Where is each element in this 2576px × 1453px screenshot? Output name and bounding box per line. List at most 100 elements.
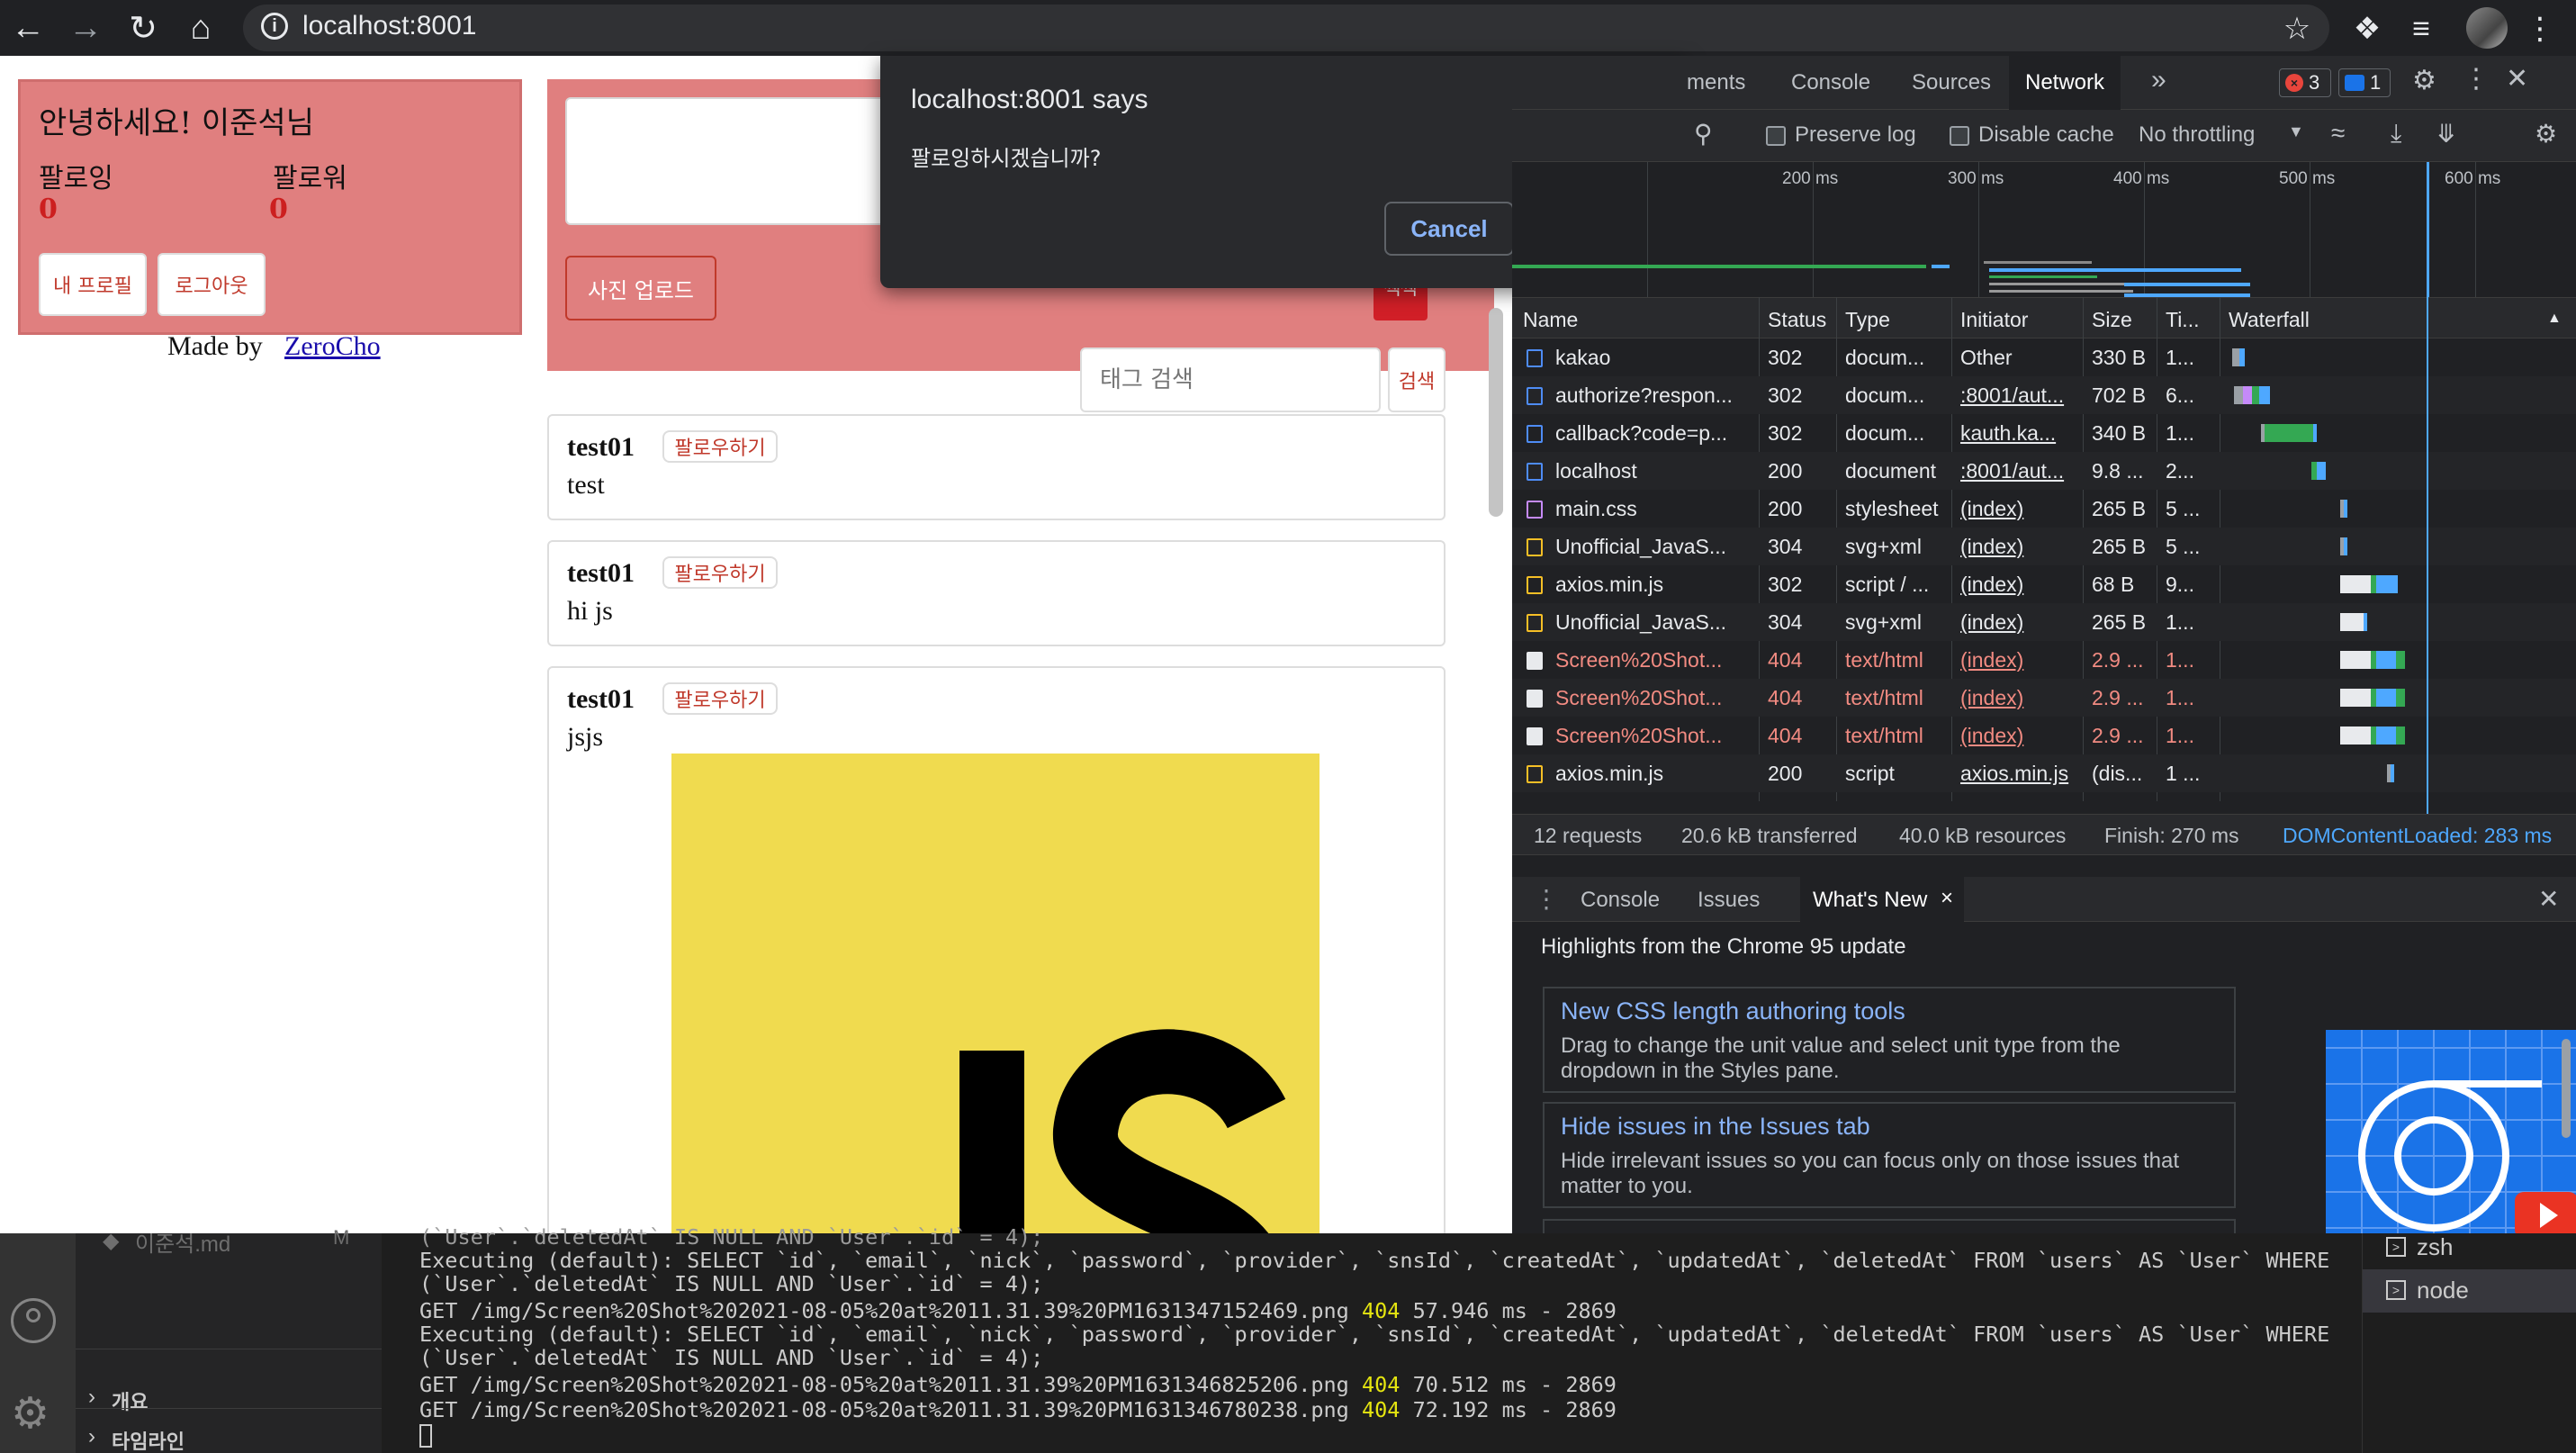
whats-new-video-thumbnail[interactable]	[2326, 1030, 2576, 1233]
request-initiator[interactable]: kauth.ka...	[1960, 421, 2077, 446]
logout-button[interactable]: 로그아웃	[158, 253, 266, 316]
follow-button[interactable]: 팔로우하기	[662, 682, 778, 715]
devtools-menu-icon[interactable]: ⋮	[2463, 63, 2490, 95]
tab-sources[interactable]: Sources	[1912, 70, 1991, 95]
browser-menu-icon[interactable]: ⋮	[2520, 9, 2560, 49]
col-time[interactable]: Ti...	[2166, 308, 2199, 332]
col-name[interactable]: Name	[1523, 308, 1578, 332]
bookmark-star-icon[interactable]: ☆	[2277, 9, 2317, 49]
explorer-file-item[interactable]: 이준석.md	[135, 1226, 230, 1258]
request-name: localhost	[1555, 459, 1637, 483]
disable-cache-checkbox[interactable]	[1950, 126, 1969, 146]
network-conditions-icon[interactable]: ≈	[2331, 119, 2345, 148]
network-row[interactable]: localhost 200 document:8001/aut... 9.8 ... 2…	[1512, 452, 2576, 490]
feature-card[interactable]: New CSS length authoring tools Drag to c…	[1543, 987, 2236, 1093]
drawer-scrollbar[interactable]	[2562, 1039, 2571, 1138]
network-row[interactable]: main.css 200 stylesheet (index) 265 B 5 ...	[1512, 490, 2576, 528]
close-tab-icon[interactable]: ×	[1941, 886, 1953, 911]
reload-icon[interactable]: ↻	[122, 7, 164, 49]
request-initiator[interactable]: axios.min.js	[1960, 762, 2077, 786]
site-info-icon[interactable]: i	[261, 13, 288, 40]
request-initiator[interactable]: (index)	[1960, 497, 2077, 521]
col-type[interactable]: Type	[1845, 308, 1890, 332]
upload-photo-button[interactable]: 사진 업로드	[565, 256, 716, 320]
feature-title[interactable]: New CSS length authoring tools	[1561, 997, 1905, 1025]
feature-title[interactable]: Hide issues in the Issues tab	[1561, 1113, 1870, 1141]
network-row[interactable]: Screen%20Shot... 404 text/html (index) 2.9 .…	[1512, 679, 2576, 717]
tab-network[interactable]: Network	[2009, 56, 2121, 110]
close-drawer-icon[interactable]: ✕	[2538, 884, 2559, 914]
reading-list-icon[interactable]: ≡	[2401, 9, 2441, 49]
close-devtools-icon[interactable]: ✕	[2506, 63, 2528, 95]
outline-section[interactable]: 개요	[112, 1386, 148, 1415]
import-har-icon[interactable]: ⤓	[2391, 119, 2401, 149]
request-initiator[interactable]: (index)	[1960, 648, 2077, 672]
network-row[interactable]: authorize?respon... 302 docum...:8001/aut.…	[1512, 376, 2576, 414]
tab-console[interactable]: Console	[1791, 70, 1870, 95]
terminal-item-zsh[interactable]: > zsh	[2363, 1233, 2576, 1268]
url-text[interactable]: localhost:8001	[302, 11, 476, 41]
request-initiator[interactable]: (index)	[1960, 573, 2077, 597]
profile-avatar[interactable]	[2466, 7, 2508, 49]
network-row[interactable]: axios.min.js 302 script / ... (index) 68 B 9.…	[1512, 565, 2576, 603]
drawer-tab-issues[interactable]: Issues	[1698, 888, 1760, 913]
search-icon[interactable]: ⚲	[1694, 119, 1713, 149]
network-row[interactable]: Screen%20Shot... 404 text/html (index) 2.9 .…	[1512, 641, 2576, 679]
preserve-log-checkbox[interactable]	[1766, 126, 1786, 146]
request-initiator[interactable]: (index)	[1960, 610, 2077, 635]
request-initiator[interactable]: :8001/aut...	[1960, 459, 2077, 483]
tag-search-input[interactable]	[1080, 347, 1381, 412]
author-link[interactable]: ZeroCho	[284, 331, 381, 362]
extensions-puzzle-icon[interactable]: ❖	[2347, 9, 2387, 49]
page-scrollbar[interactable]	[1489, 308, 1503, 517]
col-size[interactable]: Size	[2092, 308, 2132, 332]
settings-gear-icon[interactable]: ⚙	[2412, 65, 2436, 96]
chevron-right-icon[interactable]: ›	[88, 1385, 95, 1410]
request-initiator[interactable]: (index)	[1960, 724, 2077, 748]
network-row[interactable]: Screen%20Shot... 404 text/html (index) 2.9 .…	[1512, 717, 2576, 754]
network-row[interactable]: callback?code=p... 302 docum... kauth.ka...…	[1512, 414, 2576, 452]
request-size: 265 B	[2092, 610, 2147, 634]
col-status[interactable]: Status	[1768, 308, 1826, 332]
chevron-right-icon[interactable]: ›	[88, 1424, 95, 1449]
tag-search-button[interactable]: 검색	[1388, 347, 1446, 412]
manage-gear-icon[interactable]: ⚙	[11, 1388, 50, 1439]
post-username: test01	[567, 432, 635, 462]
feature-card[interactable]: Hide issues in the Issues tab Hide irrel…	[1543, 1102, 2236, 1208]
terminal-item-node[interactable]: > node	[2363, 1269, 2576, 1313]
more-tabs-icon[interactable]: »	[2151, 65, 2166, 95]
request-status: 302	[1768, 384, 1803, 407]
back-arrow-icon[interactable]: ←	[7, 7, 49, 49]
follow-button[interactable]: 팔로우하기	[662, 556, 778, 589]
network-row[interactable]: axios.min.js 200 script axios.min.js (dis...…	[1512, 754, 2576, 792]
request-initiator[interactable]: :8001/aut...	[1960, 384, 2077, 408]
network-row[interactable]: Unofficial_JavaS... 304 svg+xml (index) 265 …	[1512, 603, 2576, 641]
cancel-button[interactable]: Cancel	[1384, 202, 1514, 256]
forward-arrow-icon[interactable]: →	[65, 7, 106, 49]
export-har-icon[interactable]: ⤋	[2436, 119, 2456, 149]
my-profile-button[interactable]: 내 프로필	[39, 253, 147, 316]
drawer-tab-whats-new[interactable]: What's New ×	[1800, 877, 1964, 922]
waterfall-bar	[2239, 348, 2245, 366]
network-row[interactable]: Unofficial_JavaS... 304 svg+xml (index) 265 …	[1512, 528, 2576, 565]
feature-card[interactable]	[1543, 1219, 2236, 1233]
col-initiator[interactable]: Initiator	[1960, 308, 2028, 332]
timeline-section[interactable]: 타임라인	[112, 1426, 185, 1453]
address-bar[interactable]	[243, 5, 2329, 51]
chevron-down-icon[interactable]: ▼	[2288, 122, 2304, 141]
network-settings-icon[interactable]: ⚙	[2535, 119, 2557, 149]
tab-elements[interactable]: ments	[1687, 70, 1745, 95]
request-initiator[interactable]: (index)	[1960, 535, 2077, 559]
terminal-panel[interactable]: (`User`.`deletedAt` IS NULL AND `User`.`…	[382, 1224, 2362, 1453]
drawer-menu-icon[interactable]: ⋮	[1534, 884, 1559, 914]
network-row[interactable]: kakao 302 docum... Other 330 B 1...	[1512, 338, 2576, 376]
drawer-tab-console[interactable]: Console	[1581, 888, 1660, 913]
request-initiator[interactable]: (index)	[1960, 686, 2077, 710]
col-waterfall[interactable]: Waterfall	[2229, 308, 2310, 332]
error-counter[interactable]: × 3	[2279, 68, 2331, 97]
home-icon[interactable]: ⌂	[180, 7, 221, 49]
follow-button[interactable]: 팔로우하기	[662, 430, 778, 463]
account-icon[interactable]	[11, 1298, 56, 1343]
throttling-select[interactable]: No throttling	[2139, 122, 2255, 148]
message-counter[interactable]: 1	[2338, 68, 2391, 97]
